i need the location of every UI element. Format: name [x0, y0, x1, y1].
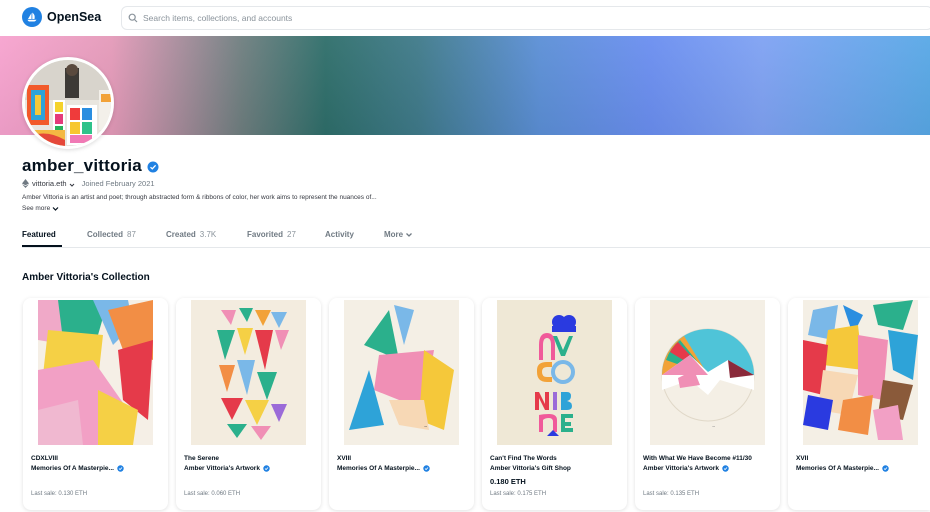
tab-featured[interactable]: Featured: [22, 230, 56, 239]
nft-collection-name[interactable]: Amber Vittoria's Artwork: [643, 465, 719, 472]
nft-last-sale: Last sale: 0.135 ETH: [643, 491, 700, 497]
profile-tabs: Featured Collected 87 Created 3.7K Favor…: [22, 222, 930, 248]
nft-card[interactable]: CDXLVIII Memories Of A Masterpie... Last…: [23, 298, 168, 510]
verified-badge-icon: [882, 465, 889, 472]
nft-card[interactable]: The Serene Amber Vittoria's Artwork Last…: [176, 298, 321, 510]
tab-favorited[interactable]: Favorited 27: [247, 230, 296, 239]
nft-price: 0.180 ETH: [490, 477, 526, 486]
opensea-logo-icon[interactable]: [22, 7, 42, 27]
tab-more[interactable]: More: [384, 230, 413, 239]
tab-label: Collected: [87, 230, 124, 239]
profile-meta: vittoria.eth Joined February 2021: [22, 179, 155, 188]
nft-image: ~: [344, 300, 459, 445]
tab-label: Featured: [22, 230, 56, 239]
nft-collection-row: Amber Vittoria's Gift Shop: [490, 465, 571, 472]
collection-title: Amber Vittoria's Collection: [22, 272, 150, 283]
nft-image: [38, 300, 153, 445]
nft-collection-name[interactable]: Memories Of A Masterpie...: [796, 465, 879, 472]
verified-badge-icon: [147, 160, 159, 173]
verified-badge-icon: [722, 465, 729, 472]
ens-address[interactable]: vittoria.eth: [32, 179, 67, 188]
tab-created[interactable]: Created 3.7K: [166, 230, 216, 239]
joined-date: Joined February 2021: [81, 179, 155, 188]
tab-count: 3.7K: [199, 230, 217, 239]
tab-activity[interactable]: Activity: [325, 230, 354, 239]
profile-banner: [0, 36, 930, 135]
nft-collection-row: Memories Of A Masterpie...: [31, 465, 124, 472]
profile-bio: Amber Vittoria is an artist and poet; th…: [22, 194, 377, 201]
username: amber_vittoria: [22, 156, 142, 175]
search-bar[interactable]: [121, 6, 930, 30]
nft-image: [497, 300, 612, 445]
nft-card[interactable]: ~ With What We Have Become #11/30 Amber …: [635, 298, 780, 510]
verified-badge-icon: [263, 465, 270, 472]
nft-collection-row: Amber Vittoria's Artwork: [184, 465, 270, 472]
nft-title: Can't Find The Words: [490, 455, 557, 462]
search-icon: [128, 12, 140, 24]
nft-title: XVIII: [337, 455, 352, 462]
nft-image: ~: [650, 300, 765, 445]
nft-collection-name[interactable]: Amber Vittoria's Artwork: [184, 465, 260, 472]
nft-last-sale: Last sale: 0.060 ETH: [184, 491, 241, 497]
nft-last-sale: Last sale: 0.130 ETH: [31, 491, 88, 497]
see-more-label: See more: [22, 205, 51, 212]
username-row: amber_vittoria: [22, 156, 159, 176]
tab-label: Favorited: [247, 230, 284, 239]
top-nav: OpenSea: [0, 0, 930, 36]
avatar: [22, 57, 114, 149]
svg-text:~: ~: [424, 424, 427, 429]
verified-badge-icon: [423, 465, 430, 472]
tab-count: 87: [127, 230, 136, 239]
tab-count: 27: [287, 230, 296, 239]
nft-image: [803, 300, 918, 445]
chevron-down-icon: [52, 206, 59, 211]
nft-collection-row: Memories Of A Masterpie...: [796, 465, 889, 472]
search-input[interactable]: [143, 13, 843, 23]
nft-card[interactable]: XVII Memories Of A Masterpie...: [788, 298, 930, 510]
nft-collection-row: Amber Vittoria's Artwork: [643, 465, 729, 472]
tab-label: Activity: [325, 230, 354, 239]
tab-collected[interactable]: Collected 87: [87, 230, 136, 239]
nft-collection-name[interactable]: Memories Of A Masterpie...: [337, 465, 420, 472]
nft-card[interactable]: Can't Find The Words Amber Vittoria's Gi…: [482, 298, 627, 510]
nft-collection-name[interactable]: Memories Of A Masterpie...: [31, 465, 114, 472]
nft-image: [191, 300, 306, 445]
svg-text:~: ~: [712, 424, 715, 429]
nft-title: XVII: [796, 455, 809, 462]
chevron-down-icon[interactable]: [69, 181, 75, 187]
nft-title: CDXLVIII: [31, 455, 58, 462]
verified-badge-icon: [117, 465, 124, 472]
brand-name[interactable]: OpenSea: [47, 10, 101, 24]
nft-title: With What We Have Become #11/30: [643, 455, 752, 462]
see-more-button[interactable]: See more: [22, 205, 59, 212]
nft-collection-row: Memories Of A Masterpie...: [337, 465, 430, 472]
active-tab-indicator: [22, 245, 62, 247]
tab-label: Created: [166, 230, 196, 239]
nft-title: The Serene: [184, 455, 220, 462]
ethereum-icon: [22, 179, 29, 188]
nft-last-sale: Last sale: 0.175 ETH: [490, 491, 547, 497]
nft-collection-name[interactable]: Amber Vittoria's Gift Shop: [490, 465, 571, 472]
chevron-down-icon: [406, 232, 413, 237]
tab-label: More: [384, 230, 404, 239]
nft-card[interactable]: ~ XVIII Memories Of A Masterpie...: [329, 298, 474, 510]
